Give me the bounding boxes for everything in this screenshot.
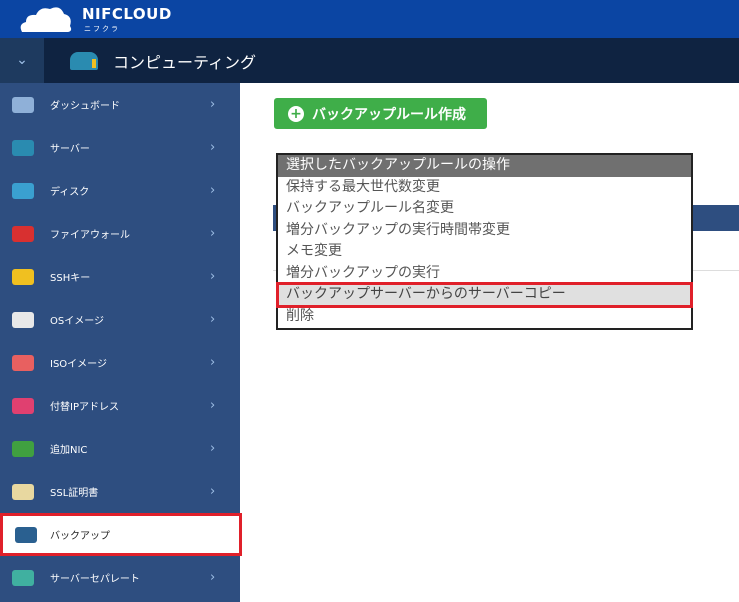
brand-name: NIFCLOUD bbox=[82, 5, 172, 23]
sidebar-item-label: 付替IPアドレス bbox=[50, 402, 119, 413]
sidebar-item[interactable]: ディスク › bbox=[0, 169, 240, 212]
separate-icon bbox=[12, 569, 34, 586]
chevron-right-icon: › bbox=[210, 269, 216, 284]
dropdown-option[interactable]: バックアップルール名変更 bbox=[278, 198, 691, 220]
service-title[interactable]: コンピューティング bbox=[113, 49, 256, 73]
iso-image-icon bbox=[12, 354, 34, 371]
sidebar-item[interactable]: OSイメージ › bbox=[0, 298, 240, 341]
action-dropdown-list[interactable]: 選択したバックアップルールの操作 保持する最大世代数変更 バックアップルール名変更増… bbox=[276, 153, 693, 330]
sidebar-item[interactable]: ファイアウォール › bbox=[0, 212, 240, 255]
sidebar: ダッシュボード › サーバー › ディスク › ファイアウォール › SSHキー › OSイメージ ›… bbox=[0, 83, 242, 602]
sidebar-item[interactable]: SSHキー › bbox=[0, 255, 240, 298]
sidebar-item-label: ダッシュボード bbox=[50, 101, 120, 112]
computing-icon bbox=[70, 52, 98, 70]
sidebar-item[interactable]: ISOイメージ › bbox=[0, 341, 240, 384]
dropdown-option[interactable]: 増分バックアップの実行時間帯変更 bbox=[278, 220, 691, 242]
sidebar-item[interactable]: 追加NIC › bbox=[0, 427, 240, 470]
chevron-right-icon: › bbox=[210, 183, 216, 198]
chevron-right-icon: › bbox=[210, 484, 216, 499]
dashboard-icon bbox=[12, 96, 34, 113]
dropdown-option[interactable]: バックアップサーバーからのサーバーコピー bbox=[276, 282, 693, 308]
chevron-right-icon: › bbox=[210, 398, 216, 413]
certificate-icon bbox=[12, 483, 34, 500]
dropdown-option[interactable]: 削除 bbox=[278, 306, 691, 328]
nic-icon bbox=[12, 440, 34, 457]
dropdown-option[interactable]: 保持する最大世代数変更 bbox=[278, 177, 691, 199]
dropdown-option[interactable]: 選択したバックアップルールの操作 bbox=[278, 155, 691, 177]
brand-sub: ニフクラ bbox=[84, 25, 120, 33]
chevron-right-icon: › bbox=[210, 570, 216, 585]
sidebar-item-label: バックアップ bbox=[50, 531, 110, 542]
ip-icon bbox=[12, 397, 34, 414]
server-icon bbox=[12, 139, 34, 156]
top-header: NIFCLOUD ニフクラ bbox=[0, 0, 739, 38]
create-backup-rule-button[interactable]: + バックアップルール作成 bbox=[274, 98, 487, 129]
firewall-icon bbox=[12, 225, 34, 242]
plus-icon: + bbox=[288, 105, 304, 122]
sidebar-item-label: OSイメージ bbox=[50, 316, 105, 327]
chevron-right-icon: › bbox=[210, 97, 216, 112]
chevron-right-icon: › bbox=[210, 441, 216, 456]
sidebar-item-label: SSL証明書 bbox=[50, 488, 99, 499]
sidebar-item-label: サーバー bbox=[50, 144, 90, 155]
service-bar bbox=[0, 38, 739, 83]
sidebar-item[interactable]: 付替IPアドレス › bbox=[0, 384, 240, 427]
sidebar-item-label: ISOイメージ bbox=[50, 359, 107, 370]
sidebar-item-label: ディスク bbox=[50, 187, 90, 198]
key-icon bbox=[12, 268, 34, 285]
sidebar-item[interactable]: ダッシュボード › bbox=[0, 83, 240, 126]
backup-icon bbox=[15, 526, 37, 543]
sidebar-item-label: 追加NIC bbox=[50, 445, 88, 456]
chevron-right-icon: › bbox=[210, 355, 216, 370]
sidebar-item-label: サーバーセパレート bbox=[50, 574, 140, 585]
chevron-right-icon: › bbox=[210, 312, 216, 327]
sidebar-item-label: ファイアウォール bbox=[50, 230, 130, 241]
sidebar-item[interactable]: サーバー › bbox=[0, 126, 240, 169]
chevron-right-icon: › bbox=[210, 140, 216, 155]
create-button-label: バックアップルール作成 bbox=[312, 106, 466, 123]
sidebar-item[interactable]: SSL証明書 › bbox=[0, 470, 240, 513]
dropdown-option[interactable]: メモ変更 bbox=[278, 241, 691, 263]
sidebar-item[interactable]: サーバーセパレート › bbox=[0, 556, 240, 599]
sidebar-item[interactable]: バックアップ bbox=[0, 513, 242, 556]
os-image-icon bbox=[12, 311, 34, 328]
sidebar-item-label: SSHキー bbox=[50, 273, 91, 284]
chevron-down-icon[interactable]: ⌄ bbox=[0, 38, 44, 83]
dropdown-option[interactable]: 増分バックアップの実行 bbox=[278, 263, 691, 285]
chevron-right-icon: › bbox=[210, 226, 216, 241]
cloud-logo-icon bbox=[20, 7, 72, 33]
disk-icon bbox=[12, 182, 34, 199]
